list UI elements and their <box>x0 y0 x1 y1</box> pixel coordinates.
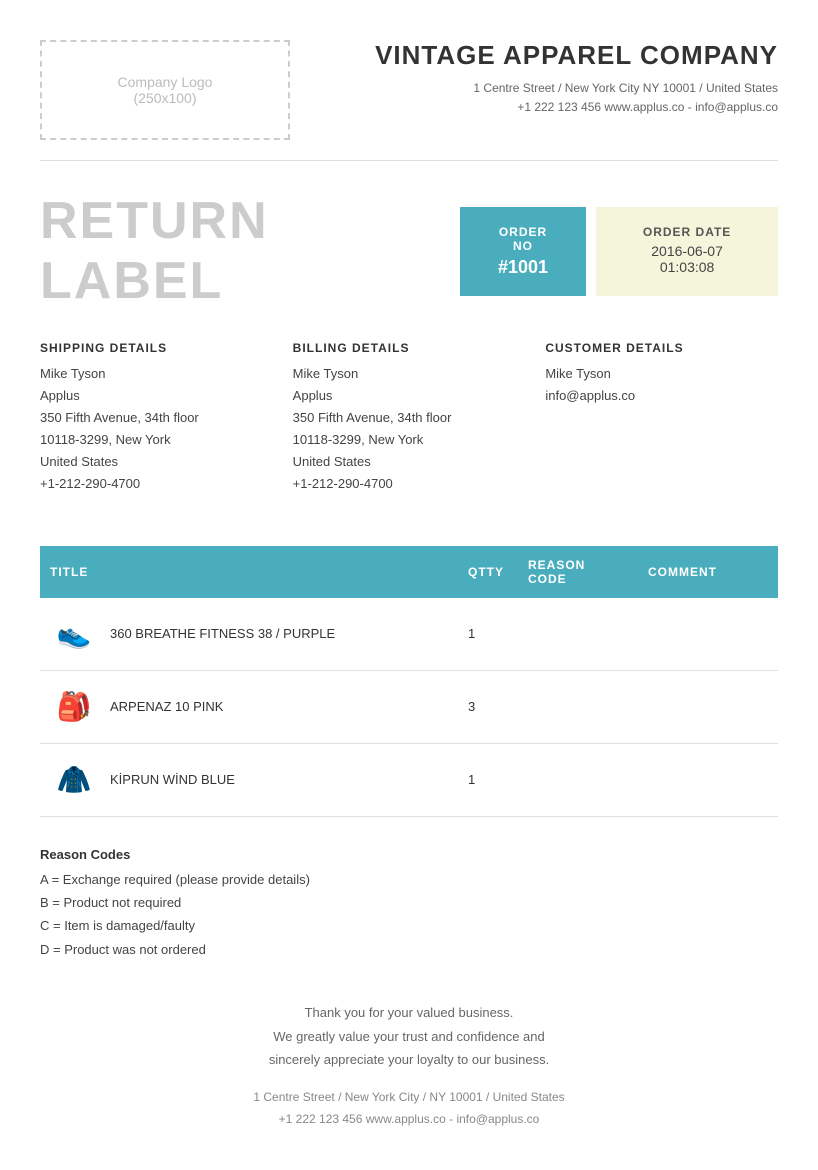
billing-details: BILLING DETAILS Mike Tyson Applus 350 Fi… <box>293 341 526 496</box>
product-reason-1 <box>518 670 638 743</box>
customer-name: Mike Tyson <box>545 363 778 385</box>
shipping-title: SHIPPING DETAILS <box>40 341 273 355</box>
product-cell-1: 🎒 ARPENAZ 10 PINK <box>40 670 458 743</box>
order-no-label: ORDER NO <box>488 225 558 253</box>
customer-title: CUSTOMER DETAILS <box>545 341 778 355</box>
billing-company: Applus <box>293 385 526 407</box>
billing-phone: +1-212-290-4700 <box>293 473 526 495</box>
product-title-1: ARPENAZ 10 PINK <box>110 699 223 714</box>
col-title: TITLE <box>40 546 458 598</box>
product-comment-1 <box>638 670 778 743</box>
shipping-address1: 350 Fifth Avenue, 34th floor <box>40 407 273 429</box>
order-date-value: 2016-06-07 01:03:08 <box>624 243 750 275</box>
billing-title: BILLING DETAILS <box>293 341 526 355</box>
reason-code-item: D = Product was not ordered <box>40 938 778 961</box>
order-boxes: ORDER NO #1001 ORDER DATE 2016-06-07 01:… <box>460 207 778 296</box>
col-reason: REASON CODE <box>518 546 638 598</box>
product-icon-1: 🎒 <box>50 683 98 731</box>
label-section: RETURN LABEL ORDER NO #1001 ORDER DATE 2… <box>40 191 778 311</box>
company-info: VINTAGE APPAREL COMPANY 1 Centre Street … <box>375 40 778 117</box>
customer-details: CUSTOMER DETAILS Mike Tyson info@applus.… <box>545 341 778 496</box>
page-header: Company Logo (250x100) VINTAGE APPAREL C… <box>40 40 778 161</box>
page-footer: Thank you for your valued business. We g… <box>40 1001 778 1130</box>
product-title-2: KİPRUN WİND BLUE <box>110 772 235 787</box>
product-reason-2 <box>518 743 638 816</box>
billing-country: United States <box>293 451 526 473</box>
shipping-country: United States <box>40 451 273 473</box>
details-section: SHIPPING DETAILS Mike Tyson Applus 350 F… <box>40 341 778 516</box>
company-name: VINTAGE APPAREL COMPANY <box>375 40 778 71</box>
shipping-details: SHIPPING DETAILS Mike Tyson Applus 350 F… <box>40 341 273 496</box>
product-reason-0 <box>518 598 638 671</box>
reason-code-item: C = Item is damaged/faulty <box>40 914 778 937</box>
table-row: 👟 360 BREATHE FITNESS 38 / PURPLE 1 <box>40 598 778 671</box>
order-no-value: #1001 <box>488 257 558 278</box>
col-qty: QTTY <box>458 546 518 598</box>
product-qty-2: 1 <box>458 743 518 816</box>
footer-line1: Thank you for your valued business. <box>40 1001 778 1024</box>
table-row: 🎒 ARPENAZ 10 PINK 3 <box>40 670 778 743</box>
items-table: TITLE QTTY REASON CODE COMMENT 👟 360 BRE… <box>40 546 778 817</box>
logo-size: (250x100) <box>133 90 196 106</box>
shipping-name: Mike Tyson <box>40 363 273 385</box>
table-header-row: TITLE QTTY REASON CODE COMMENT <box>40 546 778 598</box>
order-date-label: ORDER DATE <box>624 225 750 239</box>
reason-code-item: A = Exchange required (please provide de… <box>40 868 778 891</box>
footer-address: 1 Centre Street / New York City / NY 100… <box>40 1087 778 1109</box>
footer-contact: +1 222 123 456 www.applus.co - info@appl… <box>40 1109 778 1131</box>
product-comment-2 <box>638 743 778 816</box>
company-address-line2: +1 222 123 456 www.applus.co - info@appl… <box>375 98 778 117</box>
logo-text: Company Logo <box>118 74 213 90</box>
reason-codes-list: A = Exchange required (please provide de… <box>40 868 778 962</box>
reason-codes-title: Reason Codes <box>40 847 778 862</box>
product-qty-1: 3 <box>458 670 518 743</box>
return-label-title: RETURN LABEL <box>40 191 460 311</box>
product-title-0: 360 BREATHE FITNESS 38 / PURPLE <box>110 626 335 641</box>
product-icon-2: 🧥 <box>50 756 98 804</box>
col-comment: COMMENT <box>638 546 778 598</box>
shipping-phone: +1-212-290-4700 <box>40 473 273 495</box>
product-icon-0: 👟 <box>50 610 98 658</box>
reason-codes-section: Reason Codes A = Exchange required (plea… <box>40 847 778 962</box>
product-comment-0 <box>638 598 778 671</box>
product-qty-0: 1 <box>458 598 518 671</box>
table-row: 🧥 KİPRUN WİND BLUE 1 <box>40 743 778 816</box>
shipping-address2: 10118-3299, New York <box>40 429 273 451</box>
order-no-box: ORDER NO #1001 <box>460 207 586 296</box>
reason-code-item: B = Product not required <box>40 891 778 914</box>
company-logo: Company Logo (250x100) <box>40 40 290 140</box>
shipping-company: Applus <box>40 385 273 407</box>
billing-address2: 10118-3299, New York <box>293 429 526 451</box>
company-address-line1: 1 Centre Street / New York City NY 10001… <box>375 79 778 98</box>
footer-line3: sincerely appreciate your loyalty to our… <box>40 1048 778 1071</box>
billing-address1: 350 Fifth Avenue, 34th floor <box>293 407 526 429</box>
billing-name: Mike Tyson <box>293 363 526 385</box>
footer-line2: We greatly value your trust and confiden… <box>40 1025 778 1048</box>
customer-email: info@applus.co <box>545 385 778 407</box>
order-date-box: ORDER DATE 2016-06-07 01:03:08 <box>596 207 778 296</box>
product-cell-0: 👟 360 BREATHE FITNESS 38 / PURPLE <box>40 598 458 671</box>
product-cell-2: 🧥 KİPRUN WİND BLUE <box>40 743 458 816</box>
